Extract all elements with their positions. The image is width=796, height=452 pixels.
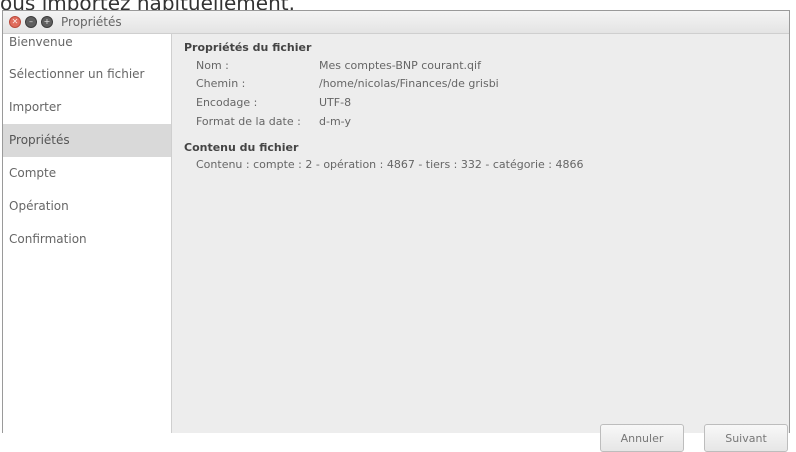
- property-value: d-m-y: [319, 115, 351, 128]
- file-contents-label: Contenu :: [196, 158, 250, 171]
- file-properties-heading: Propriétés du fichier: [184, 41, 312, 54]
- sidebar-item-confirmation[interactable]: Confirmation: [3, 223, 171, 256]
- next-button[interactable]: Suivant: [704, 424, 788, 452]
- sidebar-item-bienvenue[interactable]: Bienvenue: [3, 34, 171, 58]
- property-label: Encodage :: [196, 96, 258, 109]
- sidebar-item-proprietes[interactable]: Propriétés: [3, 124, 171, 157]
- sidebar-item-select-file[interactable]: Sélectionner un fichier: [3, 58, 171, 91]
- property-label: Nom :: [196, 59, 229, 72]
- properties-window: ✕ – + Propriétés Bienvenue Sélectionner …: [2, 10, 790, 452]
- maximize-icon: +: [43, 17, 51, 26]
- property-label: Chemin :: [196, 77, 246, 90]
- title-bar[interactable]: ✕ – + Propriétés: [3, 11, 789, 34]
- property-value: UTF-8: [319, 96, 352, 109]
- property-row-path: Chemin : /home/nicolas/Finances/de grisbi: [196, 77, 499, 90]
- wizard-sidebar: Bienvenue Sélectionner un fichier Import…: [3, 34, 172, 433]
- close-button[interactable]: ✕: [9, 16, 21, 28]
- close-icon: ✕: [11, 17, 19, 26]
- property-value: Mes comptes-BNP courant.qif: [319, 59, 481, 72]
- main-panel: Propriétés du fichier Nom : Mes comptes-B…: [172, 34, 789, 452]
- maximize-button[interactable]: +: [41, 16, 53, 28]
- property-label: Format de la date :: [196, 115, 301, 128]
- minimize-button[interactable]: –: [25, 16, 37, 28]
- file-contents-heading: Contenu du fichier: [184, 141, 299, 154]
- sidebar-item-operation[interactable]: Opération: [3, 190, 171, 223]
- file-contents-value: compte : 2 - opération : 4867 - tiers : …: [253, 158, 584, 171]
- cancel-button[interactable]: Annuler: [600, 424, 684, 452]
- property-row-encoding: Encodage : UTF-8: [196, 96, 351, 109]
- sidebar-item-compte[interactable]: Compte: [3, 157, 171, 190]
- property-row-date-format: Format de la date : d-m-y: [196, 115, 351, 128]
- page-caption: ous importez habituellement.: [0, 0, 796, 10]
- property-row-name: Nom : Mes comptes-BNP courant.qif: [196, 59, 481, 72]
- window-title: Propriétés: [61, 15, 122, 29]
- minimize-icon: –: [29, 17, 33, 26]
- property-value: /home/nicolas/Finances/de grisbi: [319, 77, 499, 90]
- file-contents-row: Contenu : compte : 2 - opération : 4867 …: [196, 158, 583, 171]
- sidebar-item-importer[interactable]: Importer: [3, 91, 171, 124]
